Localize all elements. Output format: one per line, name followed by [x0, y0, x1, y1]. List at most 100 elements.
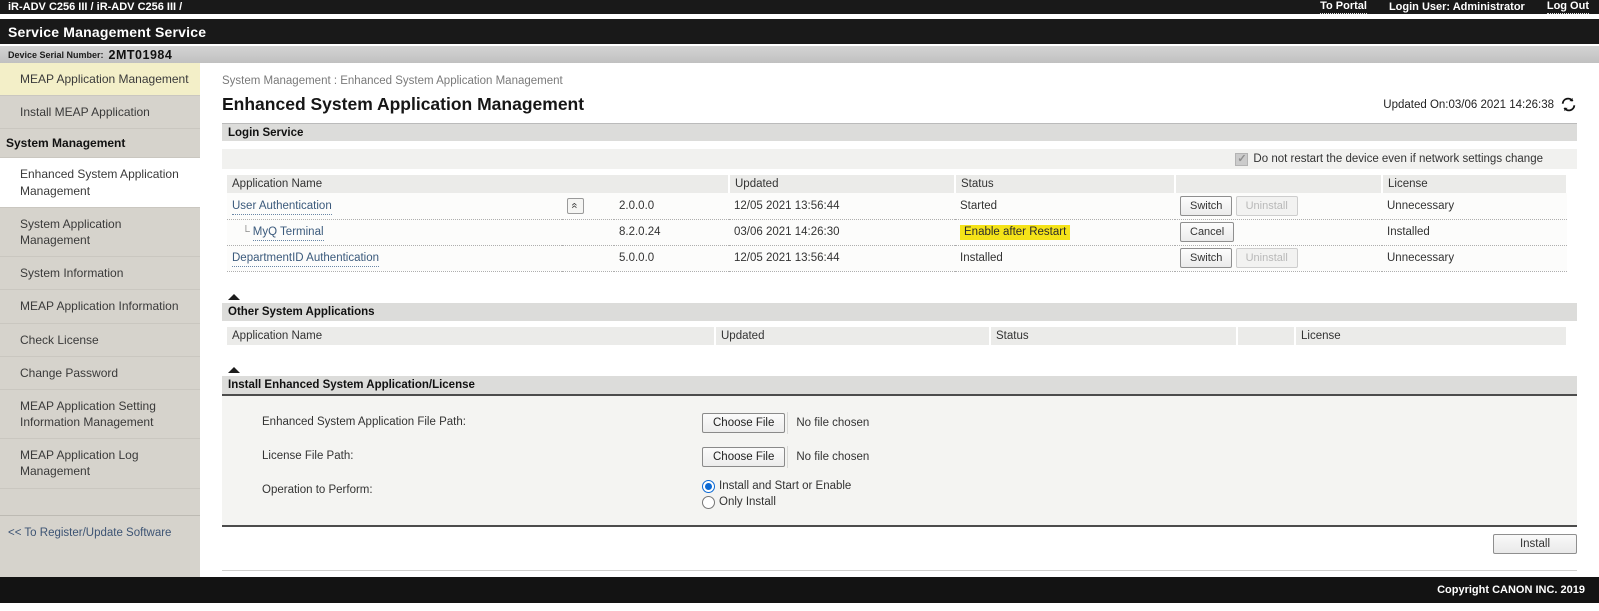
app-updated: 12/05 2021 13:56:44 [729, 193, 955, 219]
main-content: System Management : Enhanced System Appl… [200, 63, 1599, 577]
sidebar-item-meap-application-management[interactable]: MEAP Application Management [0, 63, 200, 96]
section-install-title: Install Enhanced System Application/Lice… [228, 379, 475, 391]
top-device-bar: iR-ADV C256 III / iR-ADV C256 III / To P… [0, 0, 1599, 14]
table-row-myq-terminal: └MyQ Terminal 8.2.0.24 03/06 2021 14:26:… [227, 219, 1567, 245]
footer-bar: Copyright CANON INC. 2019 [0, 577, 1599, 603]
form-row-app-file-path: Enhanced System Application File Path: C… [222, 406, 1577, 440]
scroll-to-top-icon[interactable] [228, 350, 240, 368]
updated-on: Updated On:03/06 2021 14:26:38 [1383, 97, 1577, 112]
spacer [0, 603, 1599, 611]
choose-file-button[interactable]: Choose File [702, 447, 785, 467]
col-application-name: Application Name [227, 175, 729, 193]
cancel-button[interactable]: Cancel [1180, 222, 1234, 242]
radio-install-and-start[interactable]: Install and Start or Enable [702, 480, 851, 493]
to-portal-link[interactable]: To Portal [1320, 0, 1367, 14]
serial-bar: Device Serial Number: 2MT01984 [0, 46, 1599, 63]
app-link-departmentid-authentication[interactable]: DepartmentID Authentication [232, 252, 379, 267]
app-updated: 12/05 2021 13:56:44 [729, 245, 955, 271]
uninstall-button: Uninstall [1236, 248, 1298, 268]
scroll-to-top-icon[interactable] [228, 277, 240, 295]
sidebar-item-meap-application-setting-information-management[interactable]: MEAP Application Setting Information Man… [0, 390, 200, 439]
app-version: 2.0.0.0 [614, 193, 729, 219]
app-version: 8.2.0.24 [614, 219, 729, 245]
page: iR-ADV C256 III / iR-ADV C256 III / To P… [0, 0, 1599, 611]
app-status: Started [955, 193, 1175, 219]
app-version: 5.0.0.0 [614, 245, 729, 271]
radio-only-install[interactable]: Only Install [702, 496, 851, 509]
col-updated: Updated [715, 327, 990, 345]
radio-unchecked-icon [702, 496, 715, 509]
table-row-departmentid-authentication: DepartmentID Authentication 5.0.0.0 12/0… [227, 245, 1567, 271]
child-branch-icon: └ [242, 226, 250, 238]
breadcrumb: System Management : Enhanced System Appl… [222, 75, 1577, 87]
col-license: License [1295, 327, 1567, 345]
sidebar-item-system-information[interactable]: System Information [0, 257, 200, 290]
file-chosen-text: No file chosen [787, 446, 869, 468]
service-title: Service Management Service [8, 24, 206, 40]
sidebar-item-install-meap-application[interactable]: Install MEAP Application [0, 96, 200, 129]
service-title-bar: Service Management Service [0, 19, 1599, 44]
scroll-to-top-icon[interactable] [228, 576, 240, 578]
app-file-path-label: Enhanced System Application File Path: [262, 412, 702, 428]
app-license: Unnecessary [1382, 193, 1567, 219]
updated-on-text: Updated On:03/06 2021 14:26:38 [1383, 99, 1554, 111]
choose-file-button[interactable]: Choose File [702, 413, 785, 433]
app-link-user-authentication[interactable]: User Authentication [232, 200, 332, 215]
sidebar: MEAP Application Management Install MEAP… [0, 63, 200, 577]
app-status-highlighted: Enable after Restart [960, 225, 1070, 240]
app-updated: 03/06 2021 14:26:30 [729, 219, 955, 245]
license-file-input: Choose File No file chosen [702, 446, 869, 468]
install-button[interactable]: Install [1493, 534, 1577, 554]
col-application-name: Application Name [227, 327, 715, 345]
app-license: Installed [1382, 219, 1567, 245]
section-login-service: Login Service [222, 123, 1577, 141]
divider [222, 570, 1577, 571]
sidebar-item-system-application-management[interactable]: System Application Management [0, 208, 200, 257]
col-status: Status [990, 327, 1237, 345]
do-not-restart-checkbox: ✓ [1235, 153, 1248, 166]
sidebar-item-meap-application-log-management[interactable]: MEAP Application Log Management [0, 439, 200, 488]
col-license: License [1382, 175, 1567, 193]
logout-link[interactable]: Log Out [1547, 0, 1589, 14]
other-apps-header-row: Application Name Updated Status License [227, 327, 1567, 345]
form-row-operation: Operation to Perform: Install and Start … [222, 474, 1577, 515]
other-apps-table: Application Name Updated Status License [227, 327, 1568, 345]
sidebar-item-change-password[interactable]: Change Password [0, 357, 200, 390]
sidebar-item-meap-application-information[interactable]: MEAP Application Information [0, 290, 200, 323]
title-row: Enhanced System Application Management U… [222, 94, 1577, 115]
section-login-service-title: Login Service [228, 127, 303, 139]
form-row-license-file-path: License File Path: Choose File No file c… [222, 440, 1577, 474]
operation-radio-group: Install and Start or Enable Only Install [702, 480, 851, 509]
sidebar-item-check-license[interactable]: Check License [0, 324, 200, 357]
login-user-label: Login User: Administrator [1389, 1, 1525, 13]
device-title: iR-ADV C256 III / iR-ADV C256 III / [8, 1, 182, 13]
license-file-path-label: License File Path: [262, 446, 702, 462]
app-link-myq-terminal[interactable]: MyQ Terminal [253, 226, 324, 241]
double-chevron-up-icon: » [570, 203, 581, 209]
install-button-row: Install [222, 534, 1577, 554]
sidebar-item-enhanced-system-application-management[interactable]: Enhanced System Application Management [0, 158, 200, 207]
install-form: Enhanced System Application File Path: C… [222, 394, 1577, 527]
serial-value: 2MT01984 [109, 48, 173, 62]
app-license: Unnecessary [1382, 245, 1567, 271]
restart-checkbox-row: ✓ Do not restart the device even if netw… [222, 149, 1577, 169]
topbar-right: To Portal Login User: Administrator Log … [1320, 0, 1589, 14]
table-row-user-authentication: User Authentication » 2.0.0.0 12/05 2021… [227, 193, 1567, 219]
body: MEAP Application Management Install MEAP… [0, 63, 1599, 577]
switch-button[interactable]: Switch [1180, 196, 1232, 216]
sidebar-section-system-management: System Management [0, 129, 200, 158]
login-service-table: Application Name Updated Status License … [227, 175, 1568, 272]
radio-checked-icon [702, 480, 715, 493]
operation-label: Operation to Perform: [262, 480, 702, 496]
login-service-header-row: Application Name Updated Status License [227, 175, 1567, 193]
switch-button[interactable]: Switch [1180, 248, 1232, 268]
collapse-button[interactable]: » [567, 198, 584, 214]
copyright-text: Copyright CANON INC. 2019 [1437, 584, 1585, 596]
col-updated: Updated [729, 175, 955, 193]
app-file-input: Choose File No file chosen [702, 412, 869, 434]
refresh-icon[interactable] [1560, 97, 1577, 112]
section-install-enhanced: Install Enhanced System Application/Lice… [222, 376, 1577, 394]
section-other-apps-title: Other System Applications [228, 306, 375, 318]
sidebar-link-to-register-update-software[interactable]: << To Register/Update Software [0, 515, 200, 547]
section-other-system-applications: Other System Applications [222, 303, 1577, 321]
